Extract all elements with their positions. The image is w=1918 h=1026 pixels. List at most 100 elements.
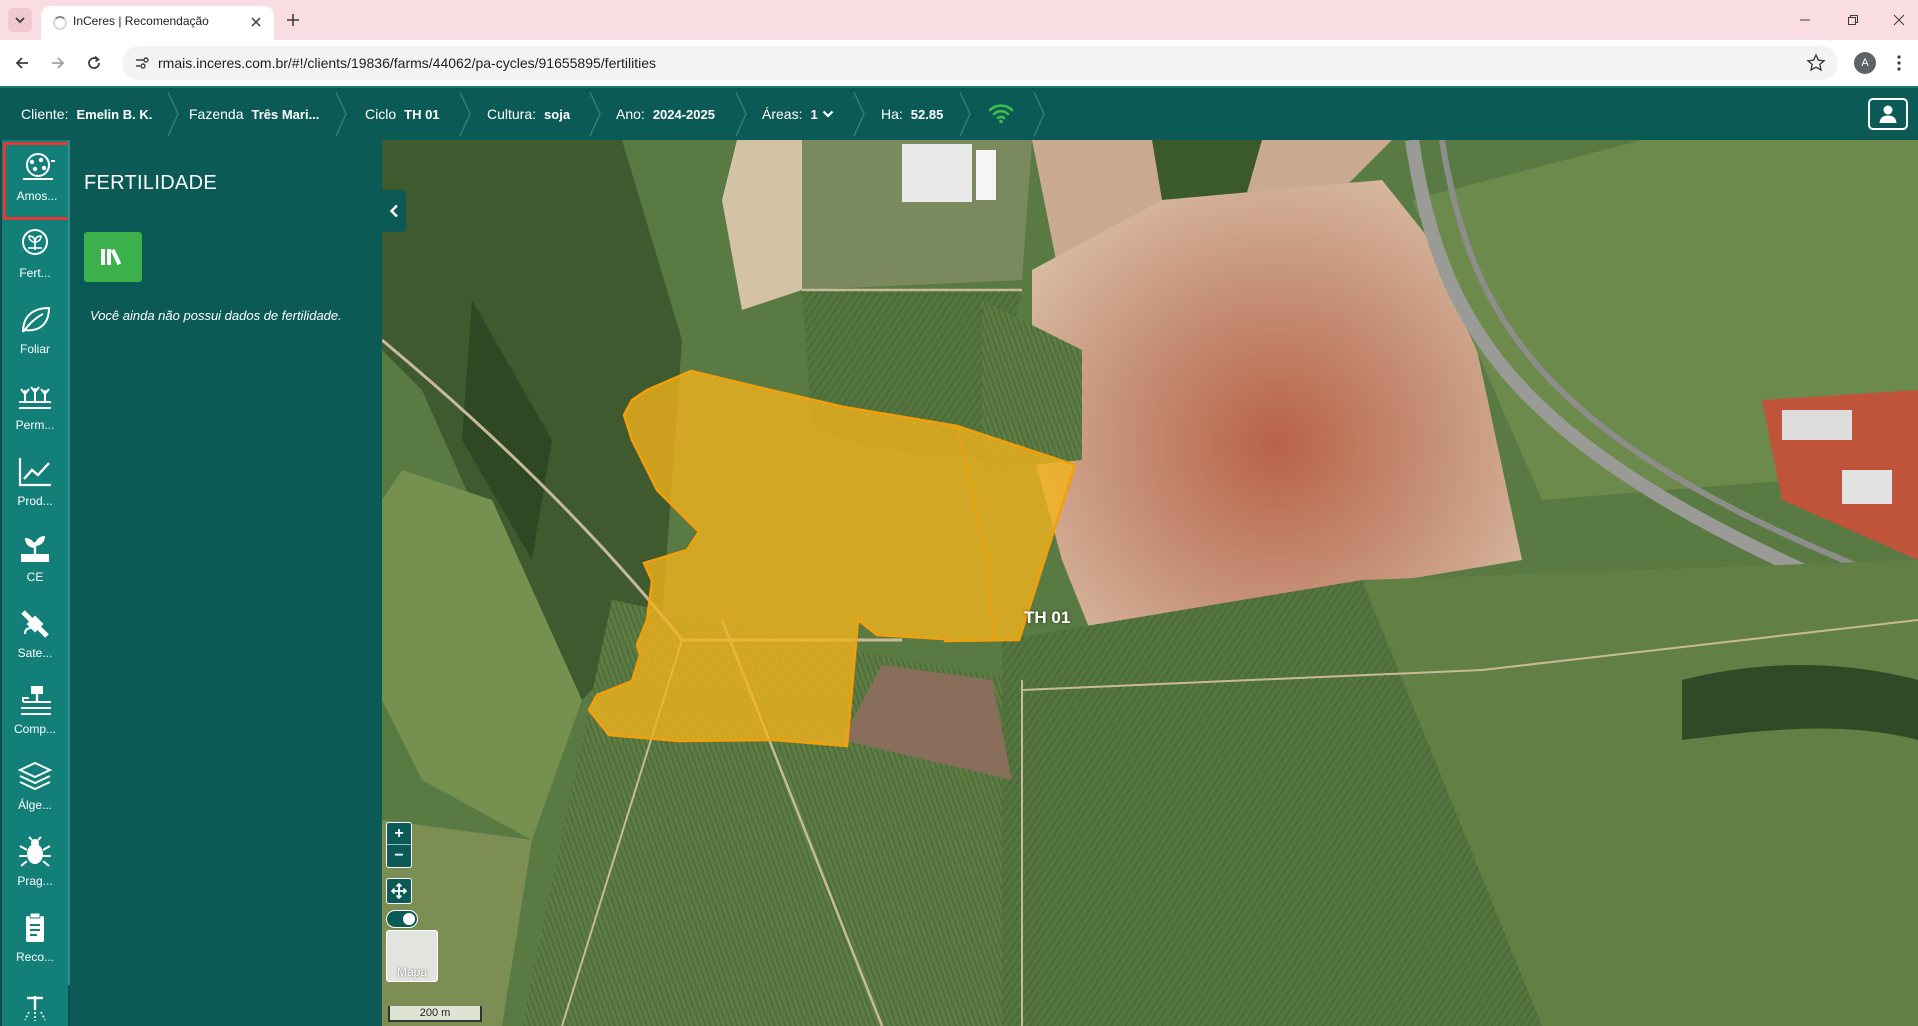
books-library-icon xyxy=(101,248,122,266)
new-tab-button[interactable] xyxy=(281,8,305,32)
breadcrumb-label: Fazenda xyxy=(189,106,244,122)
breadcrumb-label: Ciclo xyxy=(365,106,397,122)
rail-item-label: Álge... xyxy=(17,798,53,812)
rail-item-label: CE xyxy=(26,570,44,584)
arrow-left-icon xyxy=(15,57,28,69)
rail-item-label: Amos... xyxy=(16,189,58,203)
soil-sampling-icon xyxy=(23,153,55,180)
breadcrumb-cultura[interactable]: Cultura: soja xyxy=(487,88,570,140)
layer-visibility-toggle[interactable] xyxy=(386,910,418,928)
window-restore-button[interactable] xyxy=(1840,8,1866,32)
breadcrumb-value: Três Mari... xyxy=(251,106,320,122)
rail-item-perenes[interactable]: Perm... xyxy=(4,370,66,442)
close-icon xyxy=(1893,14,1905,26)
leaf-icon xyxy=(22,306,51,333)
forward-button[interactable] xyxy=(46,51,70,75)
basemap-switch-button[interactable]: Mapa xyxy=(386,930,438,982)
sprayer-icon xyxy=(24,996,46,1021)
breadcrumb-areas-dropdown[interactable]: Áreas: 1 xyxy=(762,88,834,140)
plus-icon xyxy=(287,14,299,26)
rail-item-label: Reco... xyxy=(15,950,54,964)
map-building xyxy=(1842,470,1892,504)
tab-title: InCeres | Recomendação xyxy=(73,14,209,28)
breadcrumb-label: Ano: xyxy=(616,106,645,122)
chevron-left-icon xyxy=(389,204,398,218)
rail-item-foliar[interactable]: Foliar xyxy=(4,294,66,366)
breadcrumb-ha: Ha: 52.85 xyxy=(881,88,943,140)
breadcrumb-cliente[interactable]: Cliente: Emelin B. K. xyxy=(21,88,152,140)
move-arrows-icon xyxy=(391,883,407,899)
arrow-right-icon xyxy=(52,57,65,69)
browser-tab-strip: InCeres | Recomendação xyxy=(0,0,1918,40)
wifi-signal-icon xyxy=(988,104,1014,124)
chevron-right-icon xyxy=(335,92,347,136)
app-header: Cliente: Emelin B. K. Fazenda Três Mari.… xyxy=(0,86,1918,140)
rail-item-pragas[interactable]: Prag... xyxy=(4,826,66,898)
back-button[interactable] xyxy=(10,51,34,75)
tab-close-button[interactable] xyxy=(246,12,266,32)
browser-tab-active[interactable]: InCeres | Recomendação xyxy=(41,6,274,40)
breadcrumb-label: Ha: xyxy=(881,106,903,122)
restore-icon xyxy=(1848,15,1858,25)
rail-item-produtividade[interactable]: Prod... xyxy=(4,446,66,518)
user-account-button[interactable] xyxy=(1868,98,1908,130)
chevron-right-icon xyxy=(1033,92,1045,136)
chevron-down-icon xyxy=(15,17,25,24)
zoom-in-button[interactable]: + xyxy=(387,823,411,845)
pan-button[interactable] xyxy=(386,878,412,904)
zoom-control: + − xyxy=(386,822,412,868)
tab-search-button[interactable] xyxy=(8,8,32,32)
rail-item-aplicacao[interactable] xyxy=(4,978,66,1026)
breadcrumb-value: 2024-2025 xyxy=(652,106,715,122)
zoom-out-button[interactable]: − xyxy=(387,845,411,867)
chevron-right-icon xyxy=(167,92,179,136)
loading-spinner-icon xyxy=(53,16,67,30)
browser-toolbar: rmais.inceres.com.br/#!/clients/19836/fa… xyxy=(0,40,1918,86)
map-view[interactable]: TH 01 + − Mapa 200 m xyxy=(382,140,1918,1026)
panel-title: FERTILIDADE xyxy=(84,172,217,194)
rail-item-amostragem[interactable]: Amos... xyxy=(3,142,70,220)
bookmark-star-icon[interactable] xyxy=(1806,53,1826,73)
address-bar[interactable]: rmais.inceres.com.br/#!/clients/19836/fa… xyxy=(122,46,1838,80)
breadcrumb-ciclo[interactable]: Ciclo TH 01 xyxy=(365,88,440,140)
panel-collapse-button[interactable] xyxy=(382,190,406,232)
reload-button[interactable] xyxy=(82,51,106,75)
close-icon xyxy=(251,17,261,27)
compaction-icon xyxy=(21,686,51,715)
minimize-icon xyxy=(1800,19,1810,21)
rail-item-label: Comp... xyxy=(13,722,56,736)
map-forest-patch xyxy=(1682,665,1918,740)
rail-item-compactacao[interactable]: Comp... xyxy=(4,674,66,746)
user-icon xyxy=(1879,105,1897,123)
rail-item-ce[interactable]: CE xyxy=(4,522,66,594)
url-text[interactable]: rmais.inceres.com.br/#!/clients/19836/fa… xyxy=(158,55,656,71)
breadcrumb-ano[interactable]: Ano: 2024-2025 xyxy=(616,88,715,140)
profile-avatar[interactable]: A xyxy=(1854,52,1876,74)
satellite-icon xyxy=(21,610,49,638)
rail-item-algebra[interactable]: Álge... xyxy=(4,750,66,822)
rail-item-label: Fert... xyxy=(19,266,51,280)
chevron-right-icon xyxy=(853,92,865,136)
empty-state-message: Você ainda não possui dados de fertilida… xyxy=(90,308,342,323)
scale-label: 200 m xyxy=(419,1007,451,1019)
window-minimize-button[interactable] xyxy=(1792,8,1818,32)
breadcrumb-value: soja xyxy=(544,106,571,122)
breadcrumb-value: 1 xyxy=(810,106,818,122)
rail-item-label: Prod... xyxy=(17,494,53,508)
satellite-map[interactable] xyxy=(382,140,1918,1026)
layers-icon xyxy=(17,761,53,791)
browser-menu-button[interactable] xyxy=(1888,52,1910,74)
window-close-button[interactable] xyxy=(1886,8,1912,32)
rail-item-recomendacao[interactable]: Reco... xyxy=(4,902,66,974)
library-button[interactable] xyxy=(84,232,142,282)
chevron-right-icon xyxy=(589,92,601,136)
breadcrumb-label: Áreas: xyxy=(762,106,803,122)
rail-item-label: Perm... xyxy=(15,418,55,432)
reload-icon xyxy=(88,55,100,69)
rail-item-satelite[interactable]: Sate... xyxy=(4,598,66,670)
rail-item-label: Sate... xyxy=(17,646,53,660)
site-settings-icon[interactable] xyxy=(134,55,150,71)
rail-item-fertilidade[interactable]: Fert... xyxy=(4,218,66,290)
breadcrumb-fazenda[interactable]: Fazenda Três Mari... xyxy=(189,88,319,140)
chevron-right-icon xyxy=(735,92,747,136)
